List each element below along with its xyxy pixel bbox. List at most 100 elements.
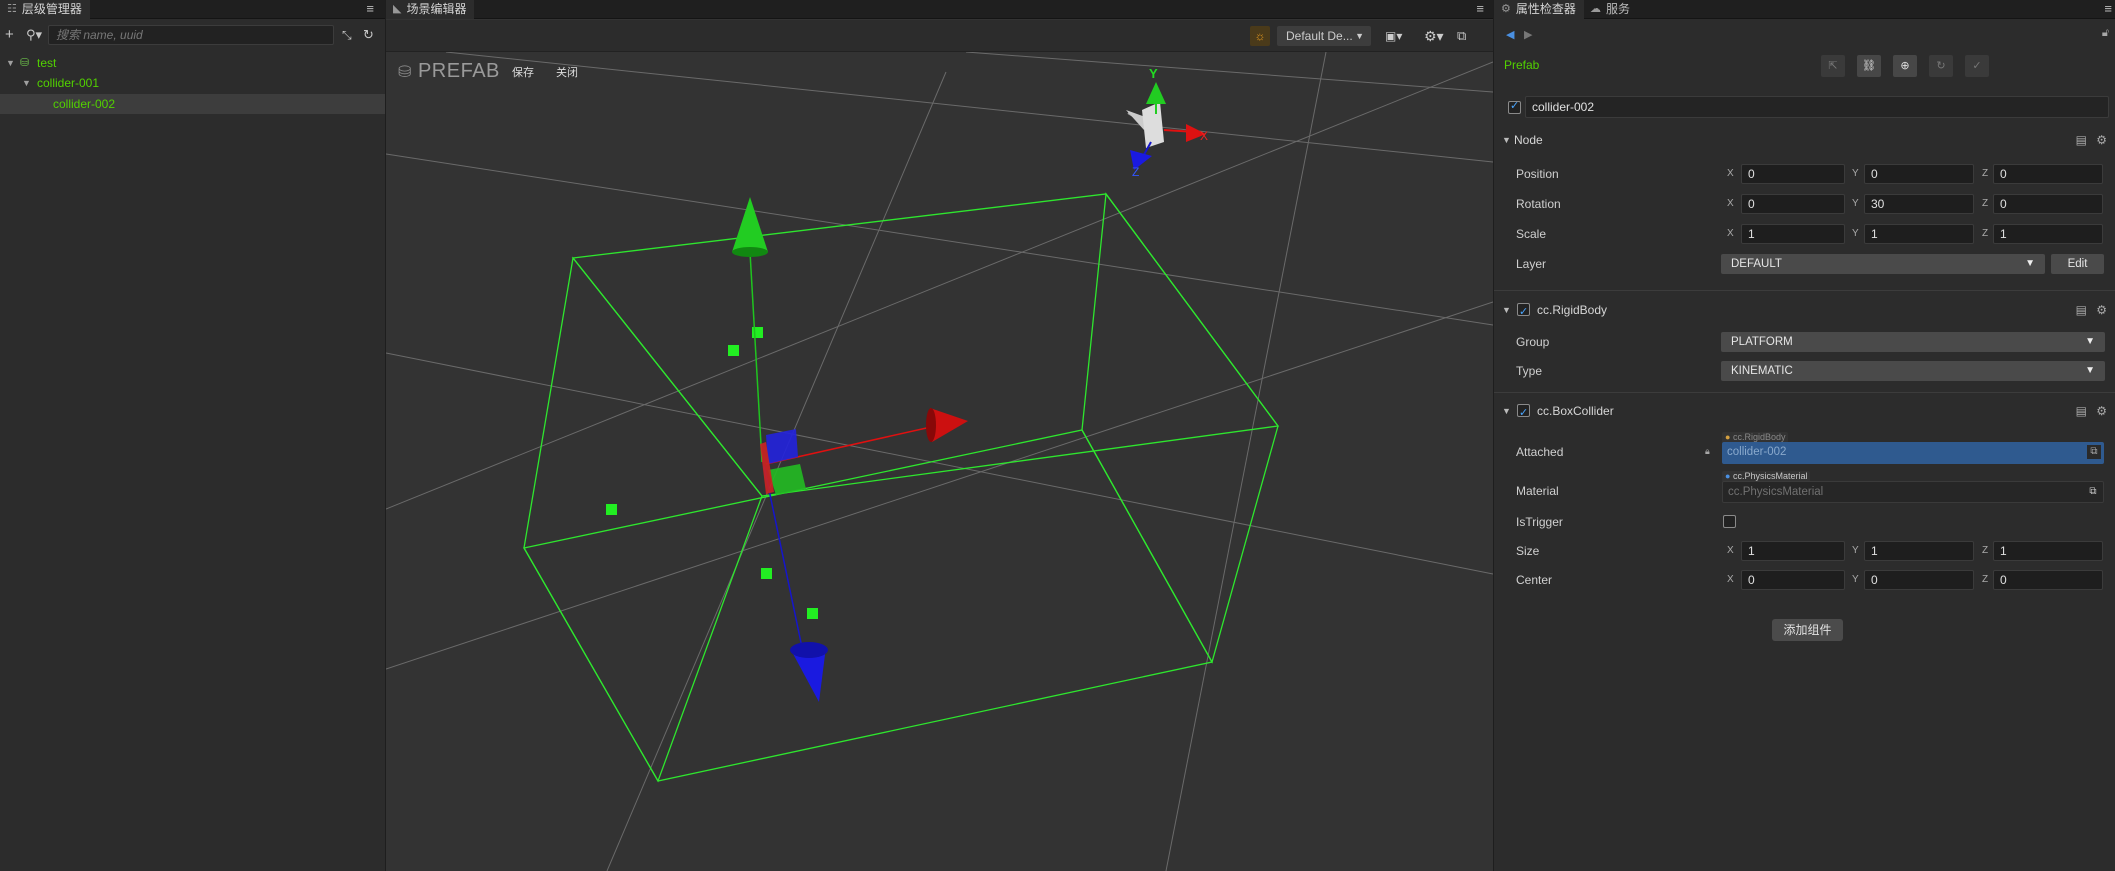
type-select-value: KINEMATIC <box>1731 365 1793 377</box>
center-y-input[interactable]: 0 <box>1864 570 1974 590</box>
boxcollider-enabled-checkbox[interactable] <box>1517 402 1530 424</box>
screenshot-icon[interactable]: ⧉ <box>1457 26 1466 46</box>
pick-asset-icon[interactable]: ⧉ <box>2086 485 2100 499</box>
section-divider <box>1494 392 2115 393</box>
scene-viewport[interactable]: Y X Z ⛁ PREFAB 保存 关闭 <box>386 52 1493 871</box>
scene-panel: ◣ 场景编辑器 ≡ ☼ Default De... ▼ ▣▾ ⚙▾ ⧉ Y X … <box>386 0 1493 871</box>
rotation-y-input[interactable]: 30 <box>1864 194 1974 214</box>
position-x-input[interactable]: 0 <box>1741 164 1845 184</box>
expand-arrow-icon[interactable]: ▼ <box>22 73 31 93</box>
axis-y-label: Y <box>1852 198 1859 209</box>
open-prefab-icon[interactable]: ⇱ <box>1821 55 1845 77</box>
add-component-button[interactable]: 添加组件 <box>1772 619 1843 641</box>
tree-node-collider-002[interactable]: collider-002 <box>0 94 385 114</box>
rigidbody-enabled-checkbox[interactable] <box>1517 301 1530 323</box>
tab-scene[interactable]: ◣ 场景编辑器 <box>386 0 475 19</box>
camera-icon[interactable]: ▣▾ <box>1385 26 1402 46</box>
grid-lines <box>386 52 1493 871</box>
chevron-down-icon: ▼ <box>1355 31 1364 41</box>
collapse-arrow-icon[interactable]: ▼ <box>1502 400 1511 422</box>
search-type-icon[interactable]: ⚲▾ <box>26 25 42 45</box>
position-z-input[interactable]: 0 <box>1993 164 2103 184</box>
layer-select[interactable]: DEFAULT ▼ <box>1721 254 2045 274</box>
attached-value: collider-002 <box>1727 446 1787 458</box>
tab-inspector[interactable]: ⚙ 属性检查器 <box>1494 0 1584 19</box>
attached-field[interactable]: collider-002 ⧉ <box>1722 442 2104 464</box>
scene-canvas[interactable]: Y X Z <box>386 52 1493 871</box>
apply-icon[interactable]: ✓ <box>1965 55 1989 77</box>
scene-menu-icon[interactable]: ≡ <box>1476 0 1484 19</box>
revert-icon[interactable]: ↻ <box>1929 55 1953 77</box>
istrigger-checkbox[interactable] <box>1723 515 1736 528</box>
gear-icon[interactable]: ⚙ <box>2096 129 2107 151</box>
prefab-close-button[interactable]: 关闭 <box>556 64 578 80</box>
position-y-input[interactable]: 0 <box>1864 164 1974 184</box>
center-z-input[interactable]: 0 <box>1993 570 2103 590</box>
orient-x-label: X <box>1200 129 1208 143</box>
expand-arrow-icon[interactable]: ▼ <box>6 53 15 73</box>
scale-z-input[interactable]: 1 <box>1993 224 2103 244</box>
gear-icon[interactable]: ⚙ <box>2096 400 2107 422</box>
node-section-header[interactable]: ▼ Node ▤ ⚙ <box>1502 129 2107 151</box>
collapse-arrow-icon[interactable]: ▼ <box>1502 299 1511 321</box>
layer-edit-button[interactable]: Edit <box>2051 254 2104 274</box>
size-x-input[interactable]: 1 <box>1741 541 1845 561</box>
camera-dropdown[interactable]: Default De... ▼ <box>1277 26 1371 46</box>
pick-asset-icon[interactable]: ⧉ <box>2087 445 2101 459</box>
back-arrow-icon[interactable]: ◀ <box>1506 28 1514 41</box>
chevron-down-icon: ▼ <box>2085 336 2095 347</box>
help-book-icon[interactable]: ▤ <box>2076 299 2087 321</box>
refresh-icon[interactable]: ↻ <box>363 25 374 45</box>
inspector-panel: ⚙ 属性检查器 ☁ 服务 ≡ ◀ ▶ 🔓︎ Prefab ⇱ ⛓ ⊕ ↻ ✓ c… <box>1494 0 2115 871</box>
hierarchy-search-input[interactable]: 搜索 name, uuid <box>48 25 334 45</box>
group-select-value: PLATFORM <box>1731 336 1793 348</box>
gizmo-y-cone <box>732 197 768 252</box>
collapse-arrow-icon[interactable]: ▼ <box>1502 129 1511 151</box>
handle <box>807 608 818 619</box>
material-field[interactable]: cc.PhysicsMaterial ⧉ <box>1722 481 2104 503</box>
center-x-input[interactable]: 0 <box>1741 570 1845 590</box>
scale-y-input[interactable]: 1 <box>1864 224 1974 244</box>
group-select[interactable]: PLATFORM ▼ <box>1721 332 2105 352</box>
rotation-z-input[interactable]: 0 <box>1993 194 2103 214</box>
grid-line <box>386 301 1493 670</box>
unlock-icon[interactable]: 🔓︎ <box>2102 27 2109 40</box>
tree-node-collider-001[interactable]: ▼ collider-001 <box>0 73 385 93</box>
box-face-left <box>523 256 763 783</box>
axis-z-label: Z <box>1982 168 1989 179</box>
prefab-save-button[interactable]: 保存 <box>512 64 534 80</box>
type-select[interactable]: KINEMATIC ▼ <box>1721 361 2105 381</box>
scale-x-input[interactable]: 1 <box>1741 224 1845 244</box>
cloud-icon: ☁ <box>1590 3 1601 15</box>
size-z-input[interactable]: 1 <box>1993 541 2103 561</box>
node-name-input[interactable]: collider-002 <box>1525 96 2109 118</box>
node-active-checkbox[interactable] <box>1508 99 1521 114</box>
boxcollider-header[interactable]: ▼ cc.BoxCollider ▤ ⚙ <box>1502 400 2107 424</box>
rigidbody-header[interactable]: ▼ cc.RigidBody ▤ ⚙ <box>1502 299 2107 323</box>
tree-node-test[interactable]: ▼ ⛁ test <box>0 53 385 73</box>
rotation-x-input[interactable]: 0 <box>1741 194 1845 214</box>
axis-y-label: Y <box>1852 228 1859 239</box>
forward-arrow-icon[interactable]: ▶ <box>1524 28 1532 41</box>
axis-y-label: Y <box>1852 574 1859 585</box>
hierarchy-tab-label: 层级管理器 <box>21 2 82 16</box>
add-node-icon[interactable]: + <box>5 25 14 45</box>
size-y-input[interactable]: 1 <box>1864 541 1974 561</box>
box-collider-wireframe <box>522 192 1280 783</box>
gear-icon[interactable]: ⚙ <box>2096 299 2107 321</box>
gear-icon[interactable]: ⚙▾ <box>1424 26 1444 46</box>
services-tab-label: 服务 <box>1606 2 1631 16</box>
tab-hierarchy[interactable]: ☷ 层级管理器 <box>0 0 90 19</box>
collapse-all-icon[interactable]: ⤡ <box>342 25 352 45</box>
orient-y-label: Y <box>1149 66 1158 81</box>
help-book-icon[interactable]: ▤ <box>2076 400 2087 422</box>
gizmo-y-cone-base <box>732 247 768 257</box>
lighting-toggle-icon[interactable]: ☼ <box>1250 26 1270 46</box>
locate-icon[interactable]: ⊕ <box>1893 55 1917 77</box>
link-icon[interactable]: ⛓ <box>1857 55 1881 77</box>
hierarchy-menu-icon[interactable]: ≡ <box>366 0 374 19</box>
inspector-menu-icon[interactable]: ≡ <box>2104 0 2112 19</box>
camera-dropdown-value: Default De... <box>1286 29 1353 43</box>
tab-services[interactable]: ☁ 服务 <box>1583 0 1638 19</box>
help-book-icon[interactable]: ▤ <box>2076 129 2087 151</box>
